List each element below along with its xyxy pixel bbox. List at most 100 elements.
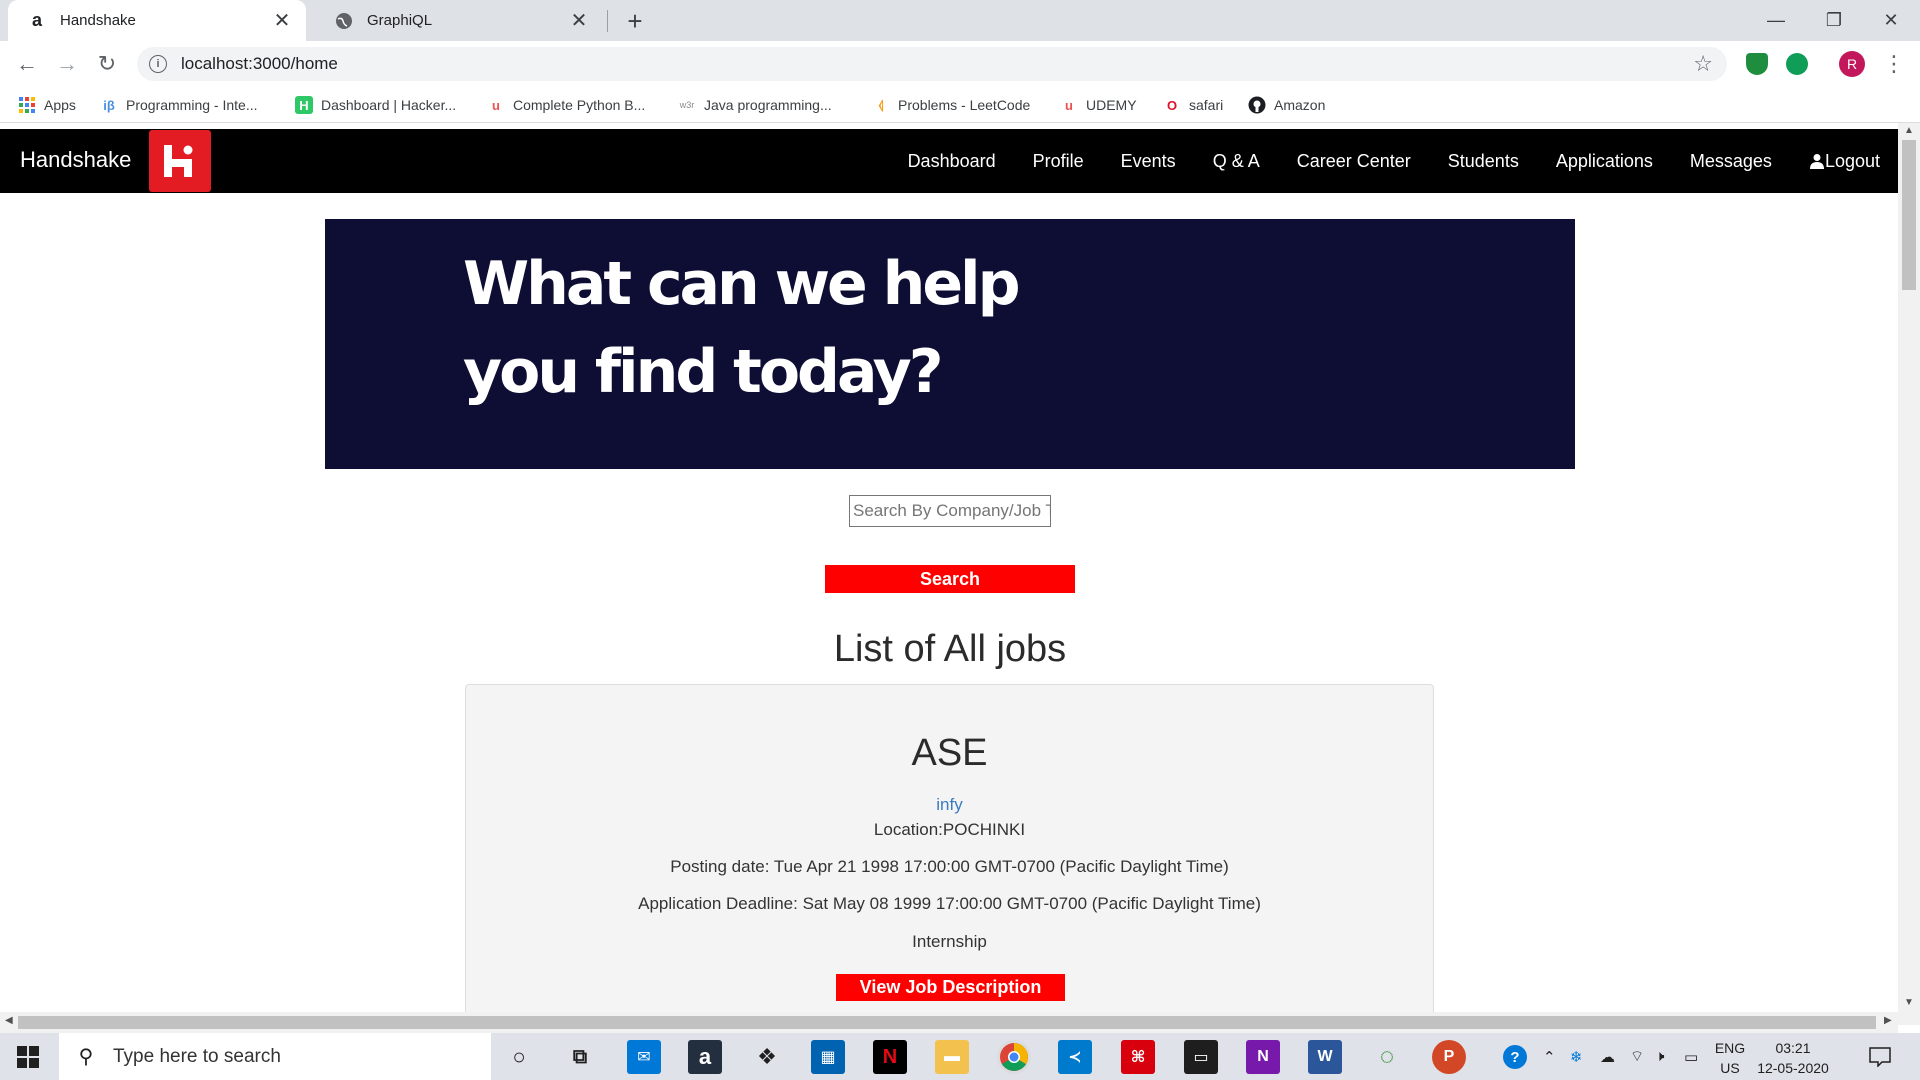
hero-line-2: you find today?	[463, 337, 944, 407]
bookmark-apps[interactable]: Apps	[18, 93, 76, 117]
bookmark-amazon[interactable]: Amazon	[1248, 93, 1325, 117]
bookmark-programming[interactable]: iβ Programming - Inte...	[100, 93, 258, 117]
scroll-left-icon[interactable]: ◀	[5, 1015, 13, 1026]
file-explorer-icon[interactable]: ▬	[935, 1040, 969, 1074]
snowflake-icon[interactable]: ❄	[1570, 1033, 1583, 1080]
info-icon[interactable]: i	[149, 55, 167, 73]
cortana-icon[interactable]: ○	[502, 1040, 536, 1074]
vertical-scrollbar[interactable]: ▲ ▼	[1898, 123, 1920, 1025]
nav-dashboard[interactable]: Dashboard	[908, 151, 996, 172]
minimize-button[interactable]: —	[1747, 0, 1805, 41]
job-company-link[interactable]: infy	[466, 795, 1433, 815]
mail-icon[interactable]: ✉	[627, 1040, 661, 1074]
scroll-right-icon[interactable]: ▶	[1884, 1015, 1892, 1026]
hackerrank-icon: H	[295, 96, 313, 114]
amazon-app-icon[interactable]: a	[688, 1040, 722, 1074]
taskbar-clock[interactable]: 03:21 12-05-2020	[1750, 1038, 1836, 1078]
netflix-icon[interactable]: N	[873, 1040, 907, 1074]
nav-applications[interactable]: Applications	[1556, 151, 1653, 172]
language-indicator[interactable]: ENG US	[1712, 1038, 1748, 1078]
dropbox-icon[interactable]: ❖	[750, 1040, 784, 1074]
taskbar-search-placeholder: Type here to search	[113, 1045, 281, 1067]
bookmark-python[interactable]: u Complete Python B...	[487, 93, 645, 117]
browser-tabstrip: a Handshake ✕ GraphiQL ✕ + — ❐ ✕	[0, 0, 1920, 41]
vscode-icon[interactable]: ≺	[1058, 1040, 1092, 1074]
bookmark-label: Java programming...	[704, 97, 832, 113]
url-text: localhost:3000/home	[181, 54, 338, 73]
brand-name[interactable]: Handshake	[20, 147, 131, 173]
profile-avatar[interactable]: R	[1839, 51, 1865, 77]
chevron-up-icon[interactable]: ⌃	[1543, 1033, 1556, 1080]
search-button[interactable]: Search	[825, 565, 1075, 593]
acrobat-icon[interactable]: ⌘	[1121, 1040, 1155, 1074]
store-icon[interactable]: ▦	[811, 1040, 845, 1074]
amazon-a-icon: a	[31, 10, 42, 30]
back-button[interactable]: ←	[12, 49, 42, 79]
onenote-icon[interactable]: N	[1246, 1040, 1280, 1074]
nav-qa[interactable]: Q & A	[1213, 151, 1260, 172]
search-input[interactable]	[849, 495, 1051, 527]
udemy-icon: u	[492, 97, 500, 113]
wifi-icon[interactable]: ⌔	[1630, 1033, 1644, 1080]
bookmark-label: Programming - Inte...	[126, 97, 258, 113]
bookmark-hackerrank[interactable]: H Dashboard | Hacker...	[295, 93, 456, 117]
nav-career-center[interactable]: Career Center	[1297, 151, 1411, 172]
clock-date: 12-05-2020	[1757, 1060, 1829, 1076]
nav-events[interactable]: Events	[1121, 151, 1176, 172]
bookmark-label: Amazon	[1274, 97, 1326, 113]
bookmark-java[interactable]: w3r Java programming...	[678, 93, 832, 117]
scrollbar-thumb[interactable]	[18, 1016, 1876, 1029]
restore-button[interactable]: ❐	[1805, 0, 1863, 41]
battery-icon[interactable]: ▭	[1684, 1033, 1698, 1080]
grammarly-extension-icon[interactable]	[1786, 53, 1808, 75]
close-tab-icon[interactable]: ✕	[567, 9, 591, 33]
bookmark-star-icon[interactable]: ☆	[1693, 51, 1713, 77]
w3r-icon: w3r	[679, 100, 695, 110]
forward-button[interactable]: →	[52, 49, 82, 79]
reload-button[interactable]: ↻	[92, 49, 122, 79]
close-tab-icon[interactable]: ✕	[270, 9, 294, 33]
browser-menu-icon[interactable]: ⋮	[1883, 49, 1905, 79]
bookmark-safari[interactable]: O safari	[1163, 93, 1223, 117]
hero-line-1: What can we help	[463, 249, 1021, 319]
handshake-logo-icon[interactable]	[149, 130, 211, 192]
taskbar-search[interactable]: ⚲ Type here to search	[59, 1033, 491, 1080]
tab-title: GraphiQL	[367, 12, 433, 29]
windows-taskbar: ⚲ Type here to search ○ ⧉ ✉ a ❖ ▦ N ▬ ≺ …	[0, 1033, 1920, 1080]
horizontal-scrollbar[interactable]: ◀ ▶	[0, 1012, 1898, 1033]
notification-icon[interactable]	[1866, 1043, 1894, 1071]
tab-handshake[interactable]: a Handshake ✕	[8, 0, 306, 41]
nav-messages[interactable]: Messages	[1690, 151, 1772, 172]
close-window-button[interactable]: ✕	[1862, 0, 1920, 41]
volume-icon[interactable]: 🕨	[1655, 1033, 1664, 1080]
view-job-description-button[interactable]: View Job Description	[836, 974, 1065, 1001]
list-heading: List of All jobs	[833, 628, 1067, 670]
nav-links: Dashboard Profile Events Q & A Career Ce…	[871, 129, 1880, 193]
job-location: Location:POCHINKI	[873, 820, 1026, 839]
task-view-icon[interactable]: ⧉	[563, 1040, 597, 1074]
chrome-icon[interactable]	[997, 1040, 1031, 1074]
tab-graphiql[interactable]: GraphiQL ✕	[315, 0, 603, 41]
help-icon[interactable]: ?	[1502, 1033, 1528, 1080]
terminal-icon[interactable]: ▭	[1184, 1040, 1218, 1074]
new-tab-button[interactable]: +	[620, 6, 650, 36]
address-bar[interactable]: i localhost:3000/home ☆	[137, 47, 1727, 81]
bookmark-udemy[interactable]: u UDEMY	[1060, 93, 1137, 117]
windows-start-icon[interactable]	[12, 1041, 44, 1073]
scroll-down-icon[interactable]: ▼	[1904, 997, 1914, 1008]
github-icon	[1248, 96, 1266, 114]
loader-app-icon[interactable]: ◌	[1370, 1040, 1404, 1074]
word-icon[interactable]: W	[1308, 1040, 1342, 1074]
bookmark-label: Complete Python B...	[513, 97, 646, 113]
globe-icon	[333, 10, 355, 32]
scrollbar-thumb[interactable]	[1902, 140, 1916, 290]
nav-profile[interactable]: Profile	[1033, 151, 1084, 172]
shield-extension-icon[interactable]	[1746, 53, 1768, 75]
bookmark-leetcode[interactable]: ⦉ Problems - LeetCode	[872, 93, 1031, 117]
nav-logout[interactable]: Logout	[1809, 151, 1880, 172]
scroll-up-icon[interactable]: ▲	[1904, 125, 1914, 136]
nav-students[interactable]: Students	[1448, 151, 1519, 172]
bookmark-label: safari	[1189, 97, 1224, 113]
powerpoint-icon[interactable]: P	[1432, 1040, 1466, 1074]
onedrive-icon[interactable]: ☁	[1600, 1033, 1615, 1080]
